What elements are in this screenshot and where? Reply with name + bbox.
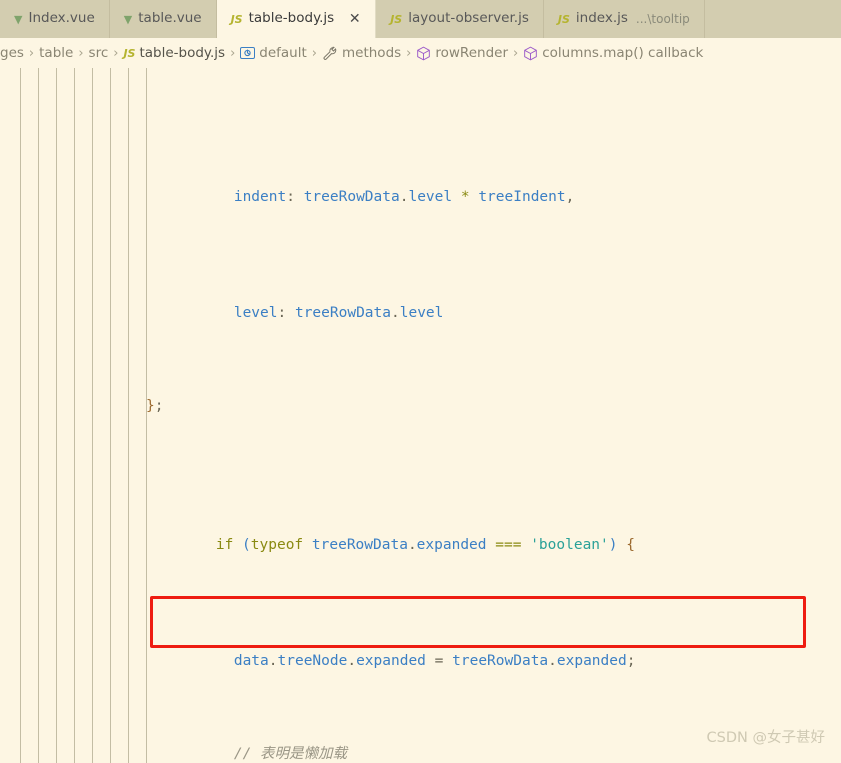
breadcrumb-item-table-body-js[interactable]: JS table-body.js (123, 45, 225, 61)
breadcrumb-separator: › (78, 46, 83, 61)
breadcrumb-separator: › (513, 46, 518, 61)
watermark: CSDN @女子甚好 (707, 726, 825, 747)
js-icon: JS (558, 14, 570, 25)
breadcrumb-separator: › (312, 46, 317, 61)
cube-icon (416, 46, 431, 61)
code-line[interactable]: indent: treeRowData.level * treeIndent, (0, 163, 841, 186)
breadcrumb-separator: › (406, 46, 411, 61)
code-line[interactable]: level: treeRowData.level (0, 279, 841, 302)
js-icon: JS (390, 14, 402, 25)
tab-layout-observer-js[interactable]: JS layout-observer.js (376, 0, 544, 38)
js-icon: JS (231, 14, 243, 25)
tab-label: Index.vue (28, 12, 94, 26)
code-content[interactable]: indent: treeRowData.level * treeIndent, … (0, 68, 841, 763)
breadcrumb-label: columns.map() callback (542, 45, 703, 61)
tab-label: index.js (576, 12, 628, 26)
vue-icon: ▼ (14, 14, 22, 25)
breadcrumb-label: table (39, 45, 73, 61)
breadcrumb-label: default (259, 45, 307, 61)
code-line[interactable]: }; (0, 395, 841, 418)
breadcrumb-label: ges (0, 45, 24, 61)
breadcrumb-item-methods[interactable]: methods (322, 45, 401, 61)
breadcrumb: ges › table › src › JS table-body.js › d… (0, 38, 841, 68)
tab-label: layout-observer.js (408, 12, 529, 26)
breadcrumb-item-table[interactable]: table (39, 45, 73, 61)
tab-table-vue[interactable]: ▼ table.vue (110, 0, 217, 38)
code-line[interactable]: if (typeof treeRowData.expanded === 'boo… (0, 511, 841, 534)
code-editor[interactable]: indent: treeRowData.level * treeIndent, … (0, 68, 841, 763)
breadcrumb-label: table-body.js (139, 45, 225, 61)
vue-icon: ▼ (124, 14, 132, 25)
editor-tab-bar: ▼ Index.vue ▼ table.vue JS table-body.js… (0, 0, 841, 38)
breadcrumb-item-src[interactable]: src (89, 45, 109, 61)
breadcrumb-separator: › (29, 46, 34, 61)
tab-index-vue[interactable]: ▼ Index.vue (0, 0, 110, 38)
code-comment: // 表明是懒加载 (164, 743, 347, 763)
breadcrumb-label: src (89, 45, 109, 61)
tab-table-body-js[interactable]: JS table-body.js ✕ (217, 0, 377, 38)
code-line[interactable]: data.treeNode.expanded = treeRowData.exp… (0, 627, 841, 650)
breadcrumb-label: methods (342, 45, 401, 61)
tab-label: table.vue (138, 12, 201, 26)
tab-label: table-body.js (249, 12, 335, 26)
cube-icon (523, 46, 538, 61)
breadcrumb-item-columns-map-callback[interactable]: columns.map() callback (523, 45, 703, 61)
export-icon (240, 46, 255, 60)
breadcrumb-item-default[interactable]: default (240, 45, 307, 61)
tab-index-js[interactable]: JS index.js ...\tooltip (544, 0, 705, 38)
breadcrumb-label: rowRender (435, 45, 508, 61)
wrench-icon (322, 46, 338, 61)
breadcrumb-separator: › (230, 46, 235, 61)
breadcrumb-item-rowrender[interactable]: rowRender (416, 45, 508, 61)
close-icon[interactable]: ✕ (348, 12, 361, 26)
js-icon: JS (123, 48, 135, 59)
breadcrumb-item-packages[interactable]: ges (0, 45, 24, 61)
breadcrumb-separator: › (113, 46, 118, 61)
tab-path-suffix: ...\tooltip (636, 12, 690, 26)
